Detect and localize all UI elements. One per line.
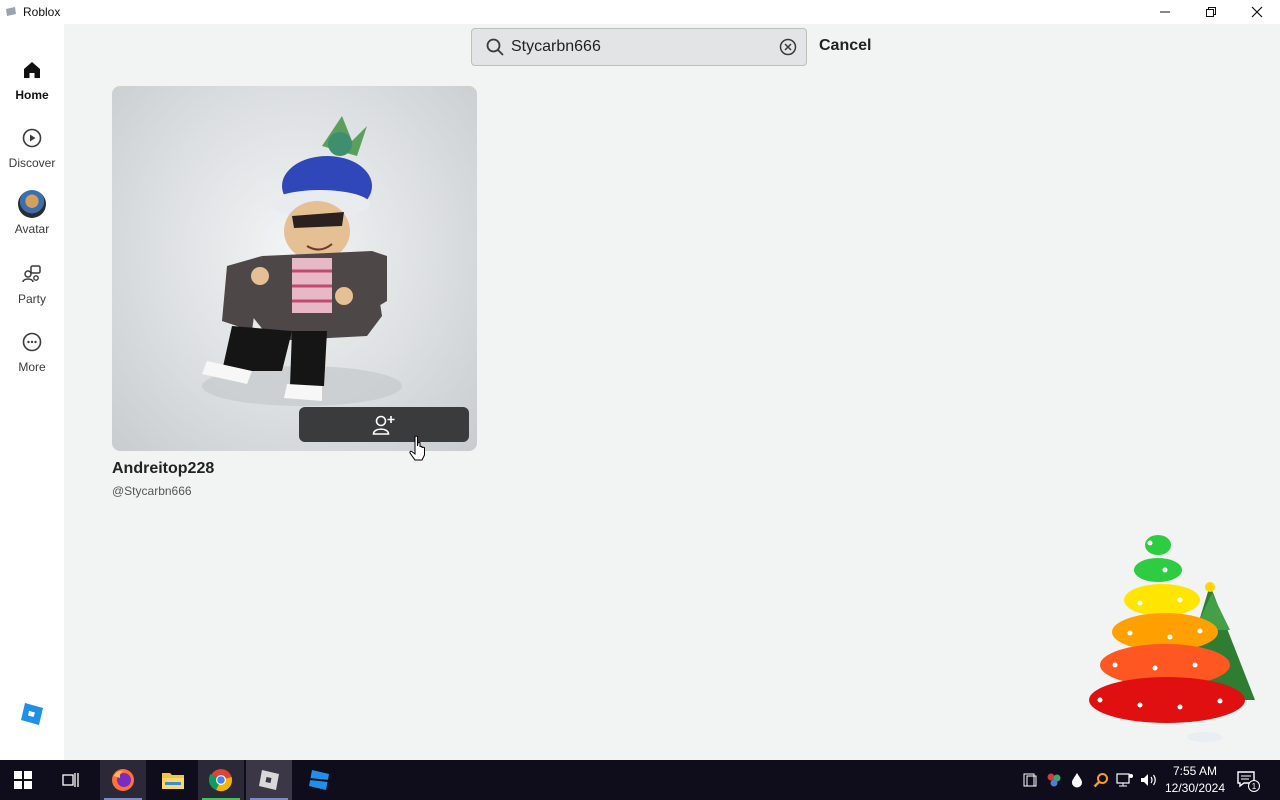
user-username: @Stycarbn666 (112, 484, 192, 498)
clock-time: 7:55 AM (1172, 764, 1218, 778)
water-drop-icon[interactable] (1070, 772, 1084, 788)
add-friend-icon (372, 415, 395, 435)
sidebar-item-avatar[interactable]: Avatar (0, 190, 64, 250)
notification-center-button[interactable]: 1 (1236, 768, 1260, 792)
restore-button[interactable] (1188, 0, 1234, 24)
sidebar-item-party[interactable]: Party (0, 262, 64, 322)
volume-icon[interactable] (1140, 772, 1158, 788)
network-icon[interactable] (1116, 772, 1134, 788)
sidebar-item-label: Home (15, 88, 49, 102)
taskbar-chrome[interactable] (198, 760, 244, 800)
play-circle-icon (20, 126, 44, 150)
user-display-name[interactable]: Andreitop228 (112, 460, 214, 478)
system-tray (1022, 760, 1158, 800)
firefox-icon (112, 769, 134, 791)
more-icon (20, 330, 44, 354)
clock-date: 12/30/2024 (1164, 781, 1226, 795)
roblox-app-icon (6, 7, 16, 16)
notification-count: 1 (1252, 782, 1257, 791)
add-friend-button[interactable] (299, 407, 469, 442)
task-view-button[interactable] (48, 760, 94, 800)
cancel-button[interactable]: Cancel (819, 37, 871, 55)
search-input[interactable] (511, 38, 761, 56)
minimize-button[interactable] (1142, 0, 1188, 24)
sidebar-item-more[interactable]: More (0, 330, 64, 390)
window-title: Roblox (23, 5, 61, 19)
user-result-card[interactable] (112, 86, 477, 451)
sidebar-nav: Home Discover Avatar Party More (0, 24, 64, 760)
taskbar-roblox[interactable] (246, 760, 292, 800)
windows-taskbar: 7:55 AM 12/30/2024 1 (0, 760, 1280, 800)
taskbar-firefox[interactable] (100, 760, 146, 800)
search-tray-icon[interactable] (1093, 772, 1109, 788)
home-icon (20, 58, 44, 82)
task-view-icon (62, 773, 79, 787)
window-titlebar: Roblox (0, 0, 1280, 24)
sidebar-item-label: Discover (8, 156, 56, 170)
file-explorer-icon (162, 773, 184, 789)
restore-icon (1206, 7, 1216, 17)
sidebar-item-label: Party (17, 292, 46, 306)
search-icon (486, 38, 504, 56)
avatar-icon (18, 190, 46, 218)
notification-icon: 1 (1237, 771, 1260, 792)
christmas-tree-decoration (1089, 535, 1255, 742)
taskbar-clock[interactable]: 7:55 AM 12/30/2024 (1160, 763, 1230, 797)
search-bar (471, 28, 807, 66)
sidebar-item-label: More (18, 360, 46, 374)
sidebar-item-discover[interactable]: Discover (0, 126, 64, 186)
window-controls (1142, 0, 1280, 24)
windows-start-icon (14, 771, 32, 789)
party-icon (20, 262, 44, 286)
roblox-icon (259, 770, 279, 790)
windows-start-button[interactable] (0, 760, 46, 800)
tablet-mode-icon[interactable] (1022, 772, 1038, 788)
clear-search-icon[interactable] (779, 38, 797, 56)
app-tray-icon[interactable] (1046, 772, 1062, 788)
taskbar-roblox-studio[interactable] (296, 760, 342, 800)
taskbar-file-explorer[interactable] (150, 760, 196, 800)
avatar (18, 190, 46, 218)
minimize-icon (1160, 11, 1170, 13)
sidebar-item-home[interactable]: Home (0, 58, 64, 118)
avatar-thumbnail (202, 116, 402, 406)
chrome-icon (209, 769, 232, 792)
roblox-studio-icon (308, 770, 330, 790)
hand-cursor-icon (409, 435, 425, 461)
close-icon (1251, 6, 1263, 18)
sidebar-item-label: Avatar (14, 222, 50, 236)
close-button[interactable] (1234, 0, 1280, 24)
roblox-logo-icon[interactable] (20, 702, 44, 726)
